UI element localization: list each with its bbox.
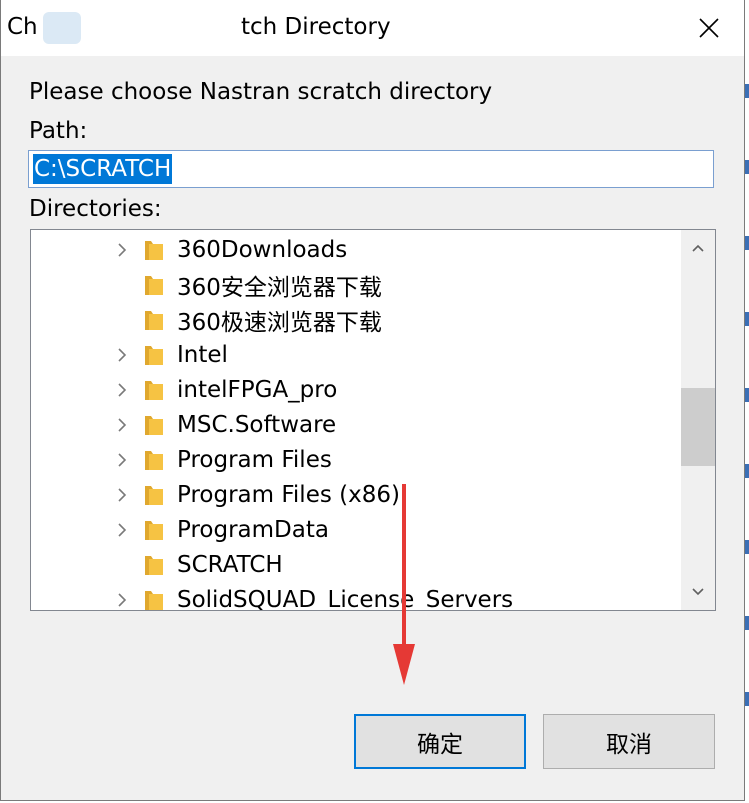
tree-item[interactable]: SolidSQUAD_License_Servers	[31, 582, 679, 611]
tree-item[interactable]: Program Files	[31, 442, 679, 477]
expand-chevron-icon[interactable]	[114, 590, 130, 610]
expand-chevron-icon[interactable]	[114, 345, 130, 365]
background-window-edge	[745, 0, 749, 803]
expand-chevron-icon[interactable]	[114, 380, 130, 400]
expand-chevron-icon[interactable]	[114, 520, 130, 540]
tree-item[interactable]: 360极速浏览器下载	[31, 302, 679, 337]
title-bar[interactable]: Ch tch Directory	[1, 0, 744, 56]
edge-mark	[745, 616, 749, 630]
folder-icon	[143, 343, 165, 367]
tree-item-label: Intel	[177, 341, 228, 368]
edge-mark	[745, 692, 749, 706]
edge-mark	[745, 236, 749, 250]
choose-scratch-directory-dialog: Ch tch Directory Please choose Nastran s…	[0, 0, 745, 801]
vertical-scrollbar[interactable]	[681, 230, 715, 610]
directory-tree[interactable]: 360Downloads 360安全浏览器下载 360极速浏览器下载 Intel int…	[30, 229, 716, 611]
folder-icon	[143, 518, 165, 542]
tree-item-label: 360Downloads	[177, 236, 348, 263]
scroll-up-button[interactable]	[681, 230, 715, 266]
tree-item[interactable]: 360安全浏览器下载	[31, 267, 679, 302]
folder-icon	[143, 553, 165, 577]
edge-mark	[745, 540, 749, 554]
folder-icon	[143, 413, 165, 437]
folder-icon	[143, 308, 165, 332]
chevron-down-icon	[692, 588, 704, 596]
edge-mark	[745, 388, 749, 402]
tree-item[interactable]: Intel	[31, 337, 679, 372]
tree-item-label: ProgramData	[177, 516, 329, 543]
folder-icon	[143, 483, 165, 507]
expand-chevron-icon[interactable]	[114, 415, 130, 435]
path-input[interactable]: C:\SCRATCH	[28, 150, 714, 188]
scroll-thumb[interactable]	[681, 388, 715, 466]
edge-mark	[745, 312, 749, 326]
ok-button[interactable]: 确定	[354, 714, 526, 769]
tree-item-label: SolidSQUAD_License_Servers	[177, 586, 514, 611]
scroll-down-button[interactable]	[681, 574, 715, 610]
tree-item-label: Program Files	[177, 446, 332, 473]
tree-item-label: SCRATCH	[177, 551, 283, 578]
tree-item-label: Program Files (x86)	[177, 481, 400, 508]
window-title-end: tch Directory	[241, 14, 391, 40]
folder-icon	[143, 588, 165, 611]
tree-item[interactable]: ProgramData	[31, 512, 679, 547]
tree-item[interactable]: 360Downloads	[31, 232, 679, 267]
edge-mark	[745, 84, 749, 98]
dialog-prompt: Please choose Nastran scratch directory	[29, 79, 493, 105]
tree-item[interactable]: MSC.Software	[31, 407, 679, 442]
tree-item-label: intelFPGA_pro	[177, 376, 338, 403]
folder-icon	[143, 273, 165, 297]
tree-item-label: MSC.Software	[177, 411, 337, 438]
folder-icon	[143, 238, 165, 262]
path-label: Path:	[29, 118, 88, 144]
expand-chevron-icon[interactable]	[114, 485, 130, 505]
expand-chevron-icon[interactable]	[114, 450, 130, 470]
annotation-arrow	[393, 484, 415, 685]
close-icon	[699, 18, 719, 38]
cancel-button[interactable]: 取消	[543, 714, 715, 769]
tree-item-label: 360安全浏览器下载	[177, 274, 382, 301]
redaction-mark	[81, 12, 241, 44]
redaction-mark	[43, 12, 81, 44]
directories-label: Directories:	[29, 196, 162, 222]
folder-icon	[143, 448, 165, 472]
close-button[interactable]	[674, 0, 744, 56]
tree-item[interactable]: SCRATCH	[31, 547, 679, 582]
tree-item[interactable]: Program Files (x86)	[31, 477, 679, 512]
expand-chevron-icon[interactable]	[114, 240, 130, 260]
edge-mark	[745, 464, 749, 478]
chevron-up-icon	[692, 244, 704, 252]
tree-item-label: 360极速浏览器下载	[177, 309, 382, 336]
folder-icon	[143, 378, 165, 402]
tree-item[interactable]: intelFPGA_pro	[31, 372, 679, 407]
path-value-selected[interactable]: C:\SCRATCH	[33, 154, 173, 184]
edge-mark	[745, 160, 749, 174]
window-title-start: Ch	[7, 14, 38, 40]
